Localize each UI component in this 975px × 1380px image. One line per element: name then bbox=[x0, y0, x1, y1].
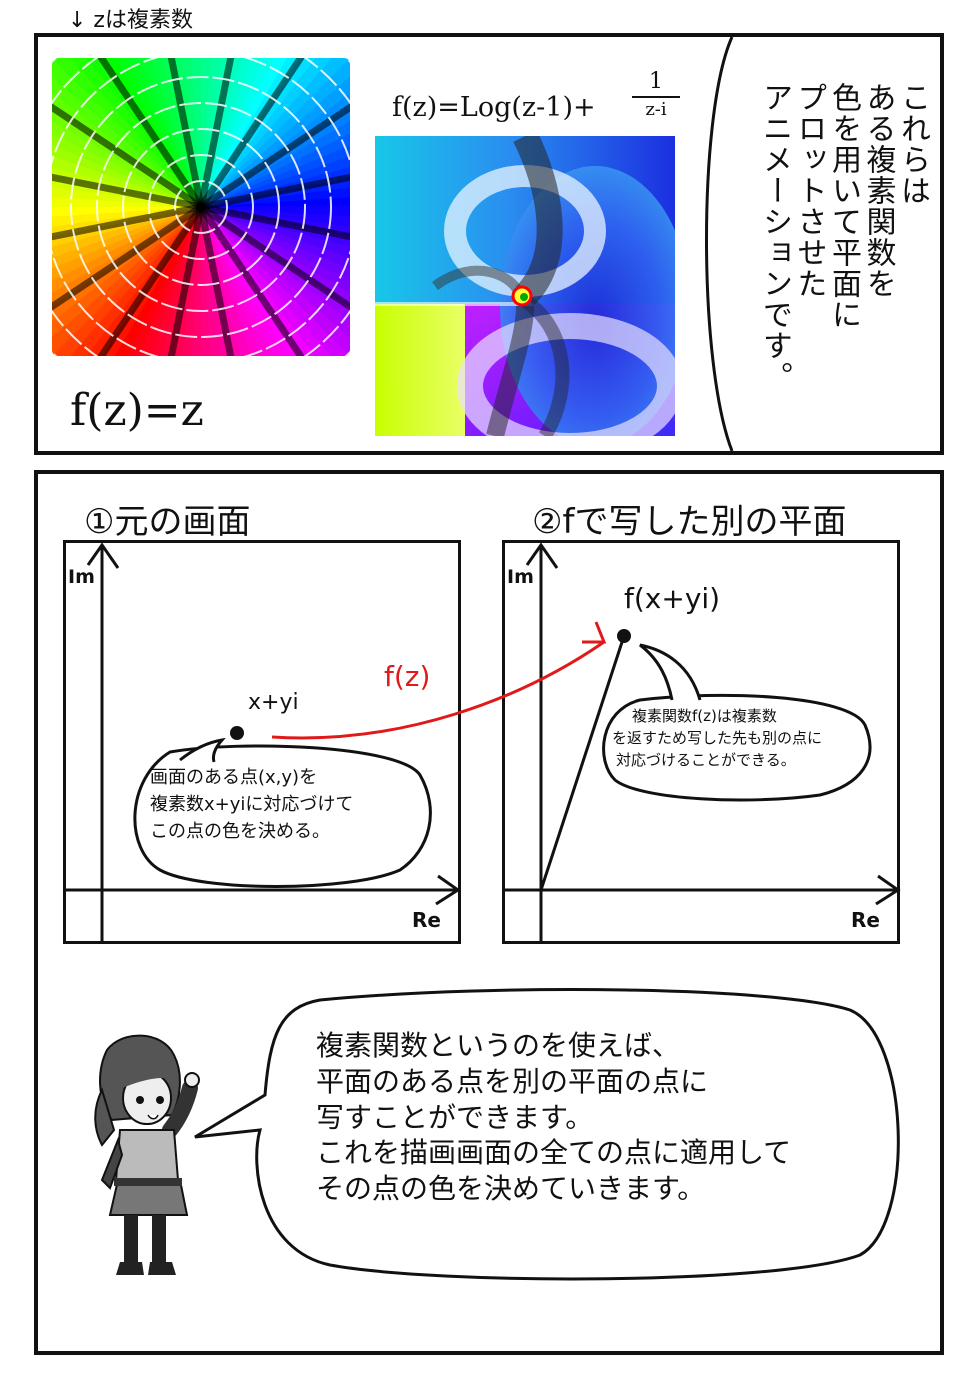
bubble-right-line-2: を返すため写した先も別の点に bbox=[612, 728, 823, 747]
bubble-right-text: 複素関数f(z)は複素数 を返すため写した先も別の点に 対応づけることができる。 bbox=[612, 706, 870, 771]
axes-and-mapping bbox=[66, 542, 901, 942]
mapping-arrow-label: f(z) bbox=[384, 660, 431, 693]
axis-re-right: Re bbox=[851, 908, 880, 932]
speech-line-2: 平面のある点を別の平面の点に bbox=[316, 1064, 709, 1098]
point-original bbox=[230, 726, 244, 740]
axis-re-left: Re bbox=[412, 908, 441, 932]
bubble-left-line-1: 画面のある点(x,y)を bbox=[150, 767, 318, 788]
speech-text: 複素関数というのを使えば、 平面のある点を別の平面の点に 写すことができます。 … bbox=[316, 1028, 896, 1207]
bubble-right-line-3: 対応づけることができる。 bbox=[616, 750, 796, 769]
bubble-right-line-1: 複素関数f(z)は複素数 bbox=[632, 707, 777, 725]
bubble-left-line-2: 複素数x+yiに対応づけて bbox=[150, 794, 354, 815]
point-mapped bbox=[617, 629, 631, 643]
axis-im-left: Im bbox=[68, 566, 95, 588]
speech-line-1: 複素関数というのを使えば、 bbox=[316, 1029, 681, 1062]
axis-im-right: Im bbox=[507, 566, 534, 588]
speech-line-5: その点の色を決めていきます。 bbox=[316, 1172, 706, 1206]
mapping-arrow bbox=[271, 640, 605, 740]
point-label-original: x+yi bbox=[248, 690, 299, 715]
bubble-left-line-3: この点の色を決める。 bbox=[150, 821, 330, 842]
speech-line-3: 写すことができます。 bbox=[316, 1100, 594, 1134]
speech-line-4: これを描画画面の全ての点に適用して bbox=[316, 1136, 792, 1170]
point-label-mapped: f(x+yi) bbox=[624, 582, 721, 615]
bubble-left-text: 画面のある点(x,y)を 複素数x+yiに対応づけて この点の色を決める。 bbox=[150, 764, 422, 845]
